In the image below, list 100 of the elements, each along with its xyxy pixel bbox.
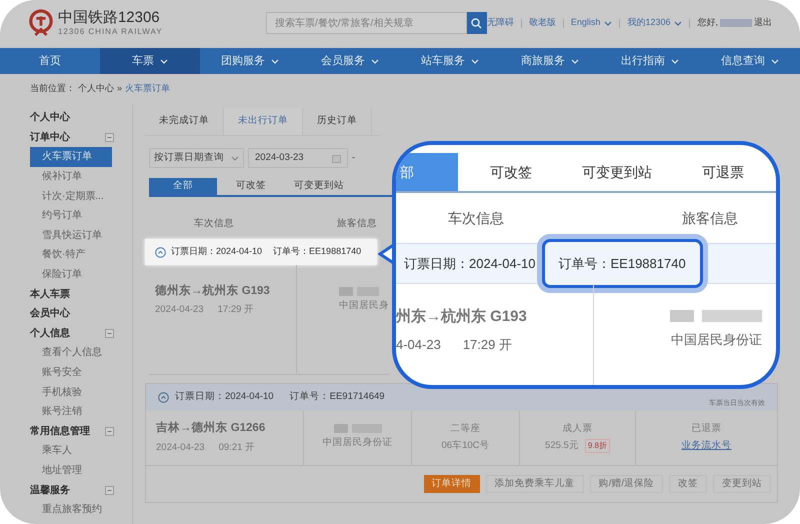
caret-icon (371, 58, 379, 64)
nav-item[interactable]: 商旅服务 (500, 48, 600, 74)
sidebar-heading[interactable]: 温馨服务 (30, 482, 70, 498)
train-route: 德州东→杭州东 G193 (155, 283, 271, 299)
caret-icon (571, 58, 579, 64)
blurred-name (334, 424, 382, 434)
collapse-toggle-icon[interactable] (105, 328, 114, 338)
logout-link[interactable]: 退出 (754, 16, 772, 30)
order-tab[interactable]: 历史订单 (303, 108, 372, 135)
seat-number: 06车10C号 (442, 438, 490, 452)
sidebar-item[interactable]: 火车票订单 (30, 147, 112, 167)
ticket-type: 成人票 (562, 422, 592, 436)
nav-item[interactable]: 会员服务 (300, 48, 400, 74)
search-field[interactable]: 搜索车票/餐饮/常旅客/相关规章 (266, 12, 467, 34)
sidebar-item[interactable]: 账号注销 (30, 402, 112, 422)
caret-icon (271, 58, 279, 64)
header-link[interactable]: 无障碍 (486, 16, 514, 30)
transaction-link[interactable]: 业务流水号 (682, 438, 732, 453)
nav-item[interactable]: 首页 (0, 48, 100, 74)
sidebar-heading[interactable]: 会员中心 (30, 306, 70, 322)
departure-time: 09:21 开 (218, 440, 256, 454)
railway-logo-icon (28, 8, 54, 38)
order-action-button[interactable]: 变更到站 (713, 475, 771, 493)
column-header: 旅客信息 (682, 208, 738, 228)
booking-date: 订票日期：2024-04-10 (171, 245, 262, 258)
breadcrumb-link[interactable]: 火车票订单 (125, 82, 170, 96)
status-tab[interactable]: 可改签 (458, 153, 564, 191)
id-type: 中国居民身份证 (671, 331, 762, 349)
sidebar-heading[interactable]: 本人车票 (30, 286, 70, 302)
sidebar-item[interactable]: 计次·定期票... (30, 186, 112, 206)
sidebar-item[interactable]: 重点旅客预约 (30, 500, 112, 520)
start-date-field[interactable]: 2024-03-23 (248, 148, 348, 168)
order-action-button[interactable]: 改签 (669, 475, 707, 493)
travel-date: 2024-04-23 (155, 303, 204, 318)
site-subtitle: 12306 CHINA RAILWAY (58, 28, 164, 36)
sidebar-item[interactable]: 雪具快运订单 (30, 226, 112, 246)
status-tab[interactable]: 可改签 (217, 178, 285, 195)
sidebar-heading[interactable]: 个人中心 (30, 110, 70, 126)
nav-item[interactable]: 团购服务 (200, 48, 300, 74)
order-action-button[interactable]: 添加免费乘车儿童 (486, 475, 584, 493)
booking-date: 订票日期：2024-04-10 (404, 254, 536, 273)
travel-date: 4-04-23 (396, 336, 441, 354)
blurred-username (720, 19, 752, 27)
caret-icon (160, 58, 168, 64)
sidebar-item[interactable]: 候补订单 (30, 166, 112, 186)
collapse-toggle-icon[interactable] (105, 486, 114, 495)
breadcrumb-link[interactable]: 个人中心 (78, 82, 114, 96)
caret-icon (771, 58, 779, 64)
status-tab[interactable]: 全部 (149, 178, 217, 195)
site-title: 中国铁路12306 (58, 10, 161, 25)
id-type: 中国居民身份证 (322, 436, 392, 450)
status-tab[interactable]: 可变更到站 (564, 153, 670, 191)
caret-icon (471, 58, 479, 64)
column-header: 旅客信息 (337, 216, 377, 231)
sidebar-heading[interactable]: 个人信息 (30, 326, 70, 341)
collapse-toggle-icon[interactable] (105, 426, 114, 436)
greeting-text: 您好, (697, 16, 718, 30)
status-tab[interactable]: 部 (396, 153, 458, 191)
breadcrumb-label: 当前位置： (30, 82, 75, 96)
collapse-icon[interactable] (158, 392, 169, 402)
sidebar-item[interactable]: 地址管理 (30, 460, 112, 480)
header-link[interactable]: English (570, 16, 612, 30)
nav-item[interactable]: 出行指南 (600, 48, 700, 74)
order-number: 订单号：EE19881740 (273, 245, 362, 258)
sidebar-item[interactable]: 手机核验 (30, 382, 112, 402)
header-link[interactable]: 敬老版 (528, 16, 556, 30)
sidebar-item[interactable]: 保险订单 (30, 264, 112, 284)
sidebar-item[interactable]: 账号安全 (30, 362, 112, 382)
caret-icon (671, 58, 679, 64)
caret-icon (231, 156, 239, 160)
collapse-icon[interactable] (155, 246, 166, 258)
status-tab[interactable]: 可退票 (670, 153, 776, 191)
sidebar-item[interactable]: 查看个人信息 (30, 343, 112, 363)
sidebar-item[interactable]: 餐饮·特产 (30, 245, 112, 265)
search-button[interactable] (466, 12, 487, 34)
caret-icon (674, 20, 682, 26)
sidebar-heading[interactable]: 常用信息管理 (30, 424, 90, 439)
sidebar-item[interactable]: 乘车人 (30, 441, 112, 461)
order-action-button[interactable]: 订单详情 (424, 475, 480, 493)
ticket-status: 已退票 (692, 422, 722, 436)
seat-class: 二等座 (450, 422, 480, 436)
nav-item[interactable]: 信息查询 (700, 48, 800, 74)
sidebar-item[interactable]: 约号订单 (30, 206, 112, 226)
caret-icon (604, 20, 612, 26)
search-icon (471, 18, 482, 28)
collapse-toggle-icon[interactable] (105, 132, 114, 142)
query-type-select[interactable]: 按订票日期查询 (149, 148, 244, 168)
nav-item[interactable]: 站车服务 (400, 48, 500, 74)
breadcrumb-separator: » (117, 82, 122, 96)
nav-item[interactable]: 车票 (100, 48, 200, 74)
departure-time: 17:29 开 (218, 303, 254, 318)
sidebar-heading[interactable]: 订单中心 (30, 130, 70, 145)
id-type: 中国居民身 (339, 299, 389, 313)
order-tab[interactable]: 未出行订单 (224, 108, 303, 135)
status-tab[interactable]: 可变更到站 (285, 178, 353, 195)
discount-tag: 9.8折 (584, 438, 610, 453)
departure-time: 17:29 开 (462, 336, 512, 354)
column-header: 车次信息 (448, 208, 504, 228)
order-action-button[interactable]: 购/赠/退保险 (590, 475, 663, 493)
header-link[interactable]: 我的12306 (627, 16, 682, 30)
